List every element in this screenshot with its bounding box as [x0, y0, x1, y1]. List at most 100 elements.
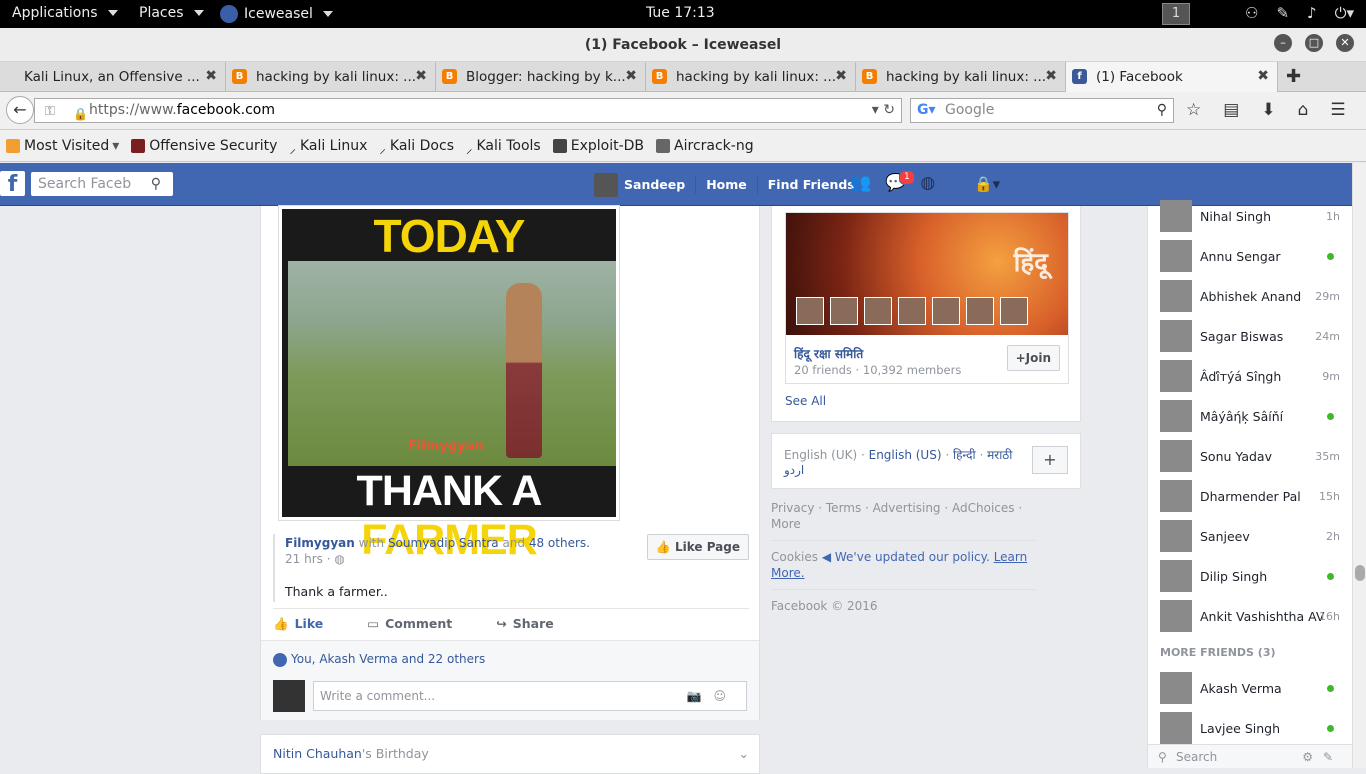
close-tab-icon[interactable]: ✖ [415, 68, 427, 84]
new-tab-button[interactable]: ✚ [1286, 66, 1301, 87]
chevron-down-icon[interactable]: ⌄ [739, 735, 749, 773]
facebook-logo[interactable]: f [0, 171, 25, 197]
search-icon[interactable]: ⚲ [1157, 99, 1167, 122]
privacy-shortcuts-icon[interactable]: 🔒▾ [974, 175, 1000, 193]
back-button[interactable]: ← [6, 96, 34, 124]
chat-contact[interactable]: Dharmender Pal 15h [1160, 480, 1340, 512]
chat-search-input[interactable]: ⚲ Search ⚙✎ [1148, 744, 1353, 768]
like-page-button[interactable]: 👍 Like Page [646, 534, 749, 560]
join-group-button[interactable]: +Join [1006, 345, 1060, 371]
post-image[interactable]: TODAY Filmygyan THANK A FARMER [278, 205, 620, 564]
chat-contact[interactable]: Sonu Yadav 35m [1160, 440, 1340, 472]
url-bar[interactable]: ⚿ 🔒 https://www.facebook.com ▾ ↻ [34, 98, 902, 123]
tab-hacking-3[interactable]: Bhacking by kali linux: ... ✖ [856, 62, 1066, 92]
close-tab-icon[interactable]: ✖ [205, 68, 217, 84]
tab-facebook[interactable]: f (1) Facebook ✖ [1066, 62, 1278, 92]
bookmark-star-icon[interactable]: ☆ [1186, 100, 1201, 120]
likes-summary[interactable]: You, Akash Verma and 22 others [261, 640, 759, 676]
comment-button[interactable]: ▭ Comment [367, 616, 452, 631]
bookmark-most-visited[interactable]: Most Visited ▾ [6, 138, 119, 154]
member-thumb[interactable] [1000, 297, 1028, 325]
chat-contact[interactable]: Âďîтýá Sîηgh 9m [1160, 360, 1340, 392]
close-tab-icon[interactable]: ✖ [835, 68, 847, 84]
minimize-button[interactable]: – [1274, 34, 1292, 52]
home-link[interactable]: Home [706, 177, 747, 192]
reload-icon[interactable]: ▾ ↻ [872, 99, 895, 122]
download-icon[interactable]: ⬇ [1261, 100, 1275, 120]
search-bar[interactable]: G▾ Google ⚲ [910, 98, 1174, 123]
cookies-link[interactable]: Cookies [771, 550, 818, 564]
bookmark-exploit-db[interactable]: Exploit-DB [552, 138, 644, 154]
bookmark-offensive-security[interactable]: Offensive Security [131, 138, 277, 154]
tab-kali-linux[interactable]: Kali Linux, an Offensive ... ✖ [0, 62, 226, 92]
footer-links[interactable]: Privacy · Terms · Advertising · AdChoice… [771, 500, 1035, 541]
member-thumb[interactable] [966, 297, 994, 325]
close-tab-icon[interactable]: ✖ [625, 68, 637, 84]
tab-hacking-2[interactable]: Bhacking by kali linux: ... ✖ [646, 62, 856, 92]
chat-contact[interactable]: Akash Verma [1160, 672, 1340, 704]
tab-hacking-1[interactable]: Bhacking by kali linux: ... ✖ [226, 62, 436, 92]
others-link[interactable]: 48 others. [529, 536, 590, 550]
pen-icon[interactable]: ✎ [1276, 4, 1289, 22]
tagged-user-link[interactable]: Soumyadip Santra [388, 536, 499, 550]
language-link-ur[interactable]: اردو [784, 463, 804, 477]
bookmark-kali-tools[interactable]: ⸝ Kali Tools [466, 138, 541, 157]
applications-menu[interactable]: Applications [12, 5, 118, 21]
volume-icon[interactable]: ♪ [1307, 4, 1317, 22]
tab-blogger[interactable]: B Blogger: hacking by k... ✖ [436, 62, 646, 92]
search-icon[interactable]: ⚲ [151, 172, 161, 196]
chat-contact[interactable]: Mâýâήķ Sâíňí [1160, 400, 1340, 432]
chat-contact[interactable]: Nihal Singh 1h [1160, 200, 1340, 232]
close-window-button[interactable]: ✕ [1336, 34, 1354, 52]
friend-requests-icon[interactable]: 👥 [850, 173, 871, 193]
chat-contact[interactable]: Sanjeev 2h [1160, 520, 1340, 552]
more-languages-button[interactable]: + [1032, 446, 1068, 474]
maximize-button[interactable]: □ [1305, 34, 1323, 52]
power-icon[interactable]: ⏻▾ [1335, 4, 1354, 22]
language-link-mr[interactable]: मराठी [987, 448, 1012, 462]
avatar[interactable] [594, 172, 618, 197]
language-link-hi[interactable]: हिन्दी [953, 448, 976, 462]
chat-contact[interactable]: Dilip Singh [1160, 560, 1340, 592]
time-label[interactable]: 21 hrs · [285, 552, 334, 566]
bookmark-aircrack-ng[interactable]: Aircrack-ng [656, 138, 754, 154]
language-link-en-us[interactable]: English (US) [869, 448, 942, 462]
facebook-search-input[interactable]: Search Faceb ⚲ [31, 172, 173, 196]
chat-contact[interactable]: Lavjee Singh [1160, 712, 1340, 744]
like-button[interactable]: 👍 Like [273, 616, 323, 632]
chat-contact[interactable]: Sagar Biswas 24m [1160, 320, 1340, 352]
places-menu[interactable]: Places [139, 5, 204, 21]
clock[interactable]: Tue 17:13 [646, 5, 715, 21]
see-all-link[interactable]: See All [785, 394, 826, 408]
birthday-person-link[interactable]: Nitin Chauhan [273, 746, 362, 761]
chat-settings-icon[interactable]: ⚙✎ [1302, 745, 1343, 769]
member-thumb[interactable] [898, 297, 926, 325]
browser-app-menu[interactable]: Iceweasel [220, 5, 333, 23]
find-friends-link[interactable]: Find Friends [768, 177, 855, 192]
home-icon[interactable]: ⌂ [1298, 100, 1309, 120]
chat-contact[interactable]: Annu Sengar [1160, 240, 1340, 272]
group-name-link[interactable]: हिंदू रक्षा समिति [794, 345, 863, 362]
member-thumb[interactable] [932, 297, 960, 325]
member-thumb[interactable] [830, 297, 858, 325]
profile-link[interactable]: Sandeep [624, 177, 685, 192]
member-thumb[interactable] [796, 297, 824, 325]
reading-list-icon[interactable]: ▤ [1223, 100, 1239, 120]
page-scrollbar[interactable] [1352, 163, 1366, 768]
group-cover-image[interactable]: हिंदू [786, 213, 1068, 335]
camera-icon[interactable]: 📷☺ [687, 682, 738, 710]
share-button[interactable]: ↪ Share [496, 616, 553, 631]
chat-contact[interactable]: Abhishek Anand 29m [1160, 280, 1340, 312]
page-link[interactable]: Filmygyan [285, 536, 355, 550]
google-icon[interactable]: G▾ [917, 99, 936, 122]
bookmark-kali-linux[interactable]: ⸝ Kali Linux [289, 138, 367, 157]
site-identity-icon[interactable]: ⚿ [45, 100, 55, 123]
member-thumb[interactable] [864, 297, 892, 325]
bookmark-kali-docs[interactable]: ⸝ Kali Docs [379, 138, 454, 157]
close-tab-icon[interactable]: ✖ [1045, 68, 1057, 84]
people-icon[interactable]: ⚇ [1245, 4, 1258, 22]
close-tab-icon[interactable]: ✖ [1257, 68, 1269, 84]
workspace-indicator[interactable]: 1 [1162, 3, 1190, 25]
scrollbar-thumb[interactable] [1355, 565, 1365, 581]
notifications-globe-icon[interactable]: ◍ [920, 173, 935, 193]
